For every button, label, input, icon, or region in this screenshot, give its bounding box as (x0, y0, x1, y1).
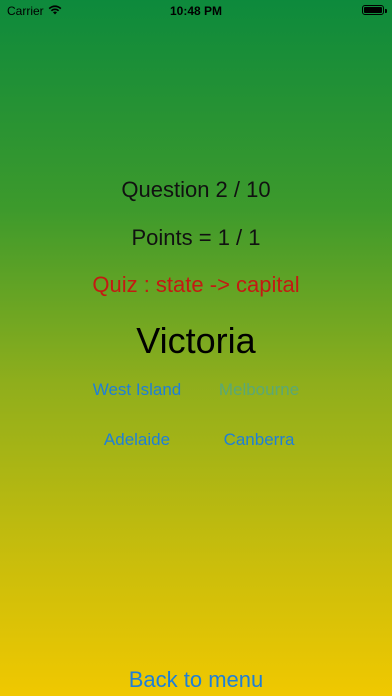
answer-button-4[interactable]: Canberra (189, 430, 329, 450)
question-counter: Question 2 / 10 (121, 177, 271, 202)
quiz-mode-label: Quiz : state -> capital (92, 272, 300, 297)
back-to-menu-button[interactable]: Back to menu (0, 667, 392, 693)
status-time: 10:48 PM (169, 4, 223, 18)
battery-icon (362, 5, 387, 15)
status-bar: Carrier 10:48 PM (0, 0, 392, 22)
prompt-state: Victoria (136, 320, 256, 361)
points-label: Points = 1 / 1 (131, 225, 261, 250)
answer-button-2: Melbourne (218, 380, 300, 399)
answer-button-3[interactable]: Adelaide (67, 430, 207, 450)
answer-button-1[interactable]: West Island (67, 380, 207, 400)
